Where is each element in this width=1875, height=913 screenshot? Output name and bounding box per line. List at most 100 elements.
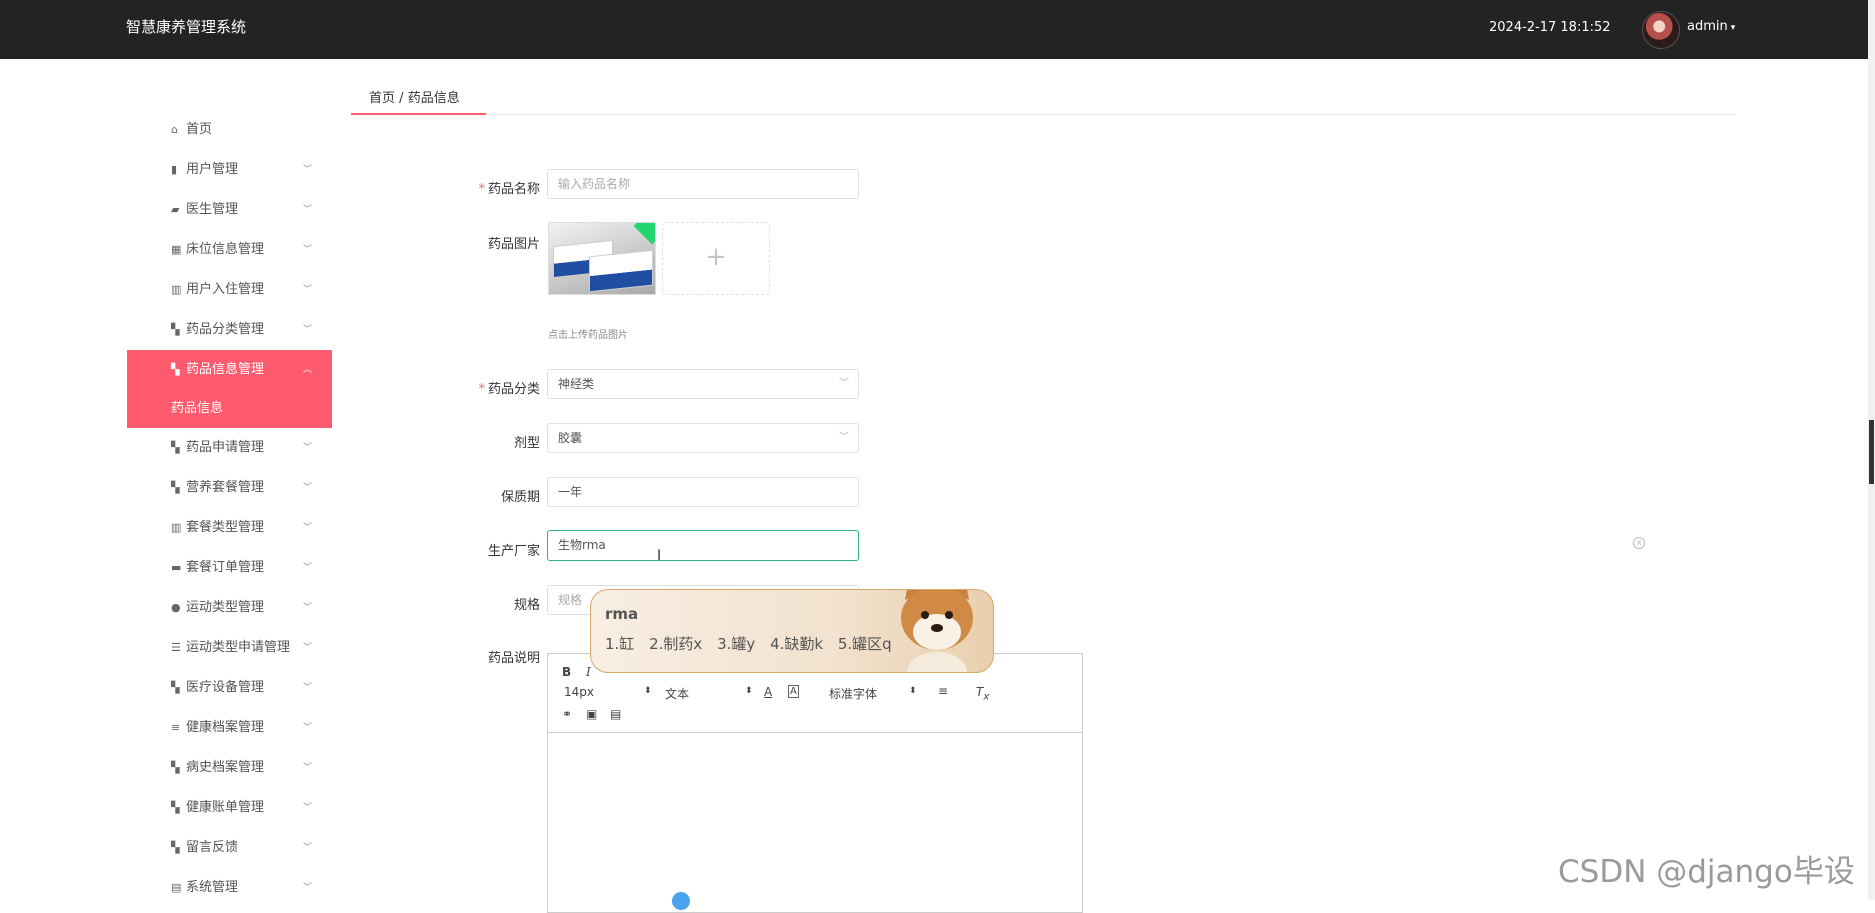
drug-name-label: * 药品名称 — [450, 178, 540, 197]
drug-image-thumbnail[interactable] — [548, 222, 656, 295]
sidebar-item-sport-apply[interactable]: ☰ 运动类型申请管理 ﹀ — [127, 628, 332, 668]
sidebar-item-package-type[interactable]: ▥ 套餐类型管理 ﹀ — [127, 508, 332, 548]
sidebar-subitem-drug-info[interactable]: 药品信息 — [127, 390, 332, 428]
sidebar-item-label: 病史档案管理 — [186, 760, 265, 775]
upload-image-button[interactable]: + — [662, 222, 770, 295]
chevron-down-icon: ﹀ — [839, 378, 849, 389]
user-menu[interactable]: admin ▾ — [1687, 19, 1735, 34]
apps-icon: ▚ — [171, 761, 180, 774]
drug-category-select[interactable]: 神经类 ﹀ — [547, 369, 859, 399]
ime-candidate[interactable]: 4.缺勤k — [770, 635, 823, 653]
required-mark: * — [478, 382, 485, 397]
sidebar-item-health-record[interactable]: ≡ 健康档案管理 ﹀ — [127, 708, 332, 748]
ime-candidate[interactable]: 2.制药x — [649, 635, 702, 653]
up-down-icon: ⬍ — [644, 686, 652, 696]
sidebar-item-drug-info[interactable]: ▚ 药品信息管理 ︿ — [127, 350, 332, 390]
sidebar-item-feedback[interactable]: ▚ 留言反馈 ﹀ — [127, 828, 332, 868]
up-down-icon: ⬍ — [745, 686, 753, 696]
ime-candidate[interactable]: 1.缸 — [605, 635, 634, 653]
username: admin — [1687, 19, 1728, 34]
manufacturer-input[interactable]: 生物rma — [547, 530, 859, 561]
chevron-down-icon: ﹀ — [302, 843, 312, 853]
ime-candidate-popup: rma 1.缸 2.制药x 3.罐y 4.缺勤k 5.罐区q — [590, 589, 994, 673]
editor-content-area[interactable] — [548, 733, 1082, 912]
chevron-down-icon: ﹀ — [302, 643, 312, 653]
chevron-down-icon: ﹀ — [302, 245, 312, 255]
label-text: 药品名称 — [487, 182, 540, 197]
apps-icon: ▚ — [171, 323, 180, 336]
select-value: 胶囊 — [558, 431, 583, 445]
avatar[interactable] — [1642, 11, 1680, 49]
upload-hint: 点击上传药品图片 — [548, 330, 628, 341]
background-color-icon[interactable]: A — [788, 685, 799, 698]
chevron-down-icon: ﹀ — [302, 523, 312, 533]
breadcrumb: 首页 / 药品信息 — [351, 78, 1736, 115]
dosage-label: 剂型 — [513, 436, 540, 451]
italic-button[interactable]: I — [586, 665, 591, 679]
video-icon[interactable]: ▤ — [610, 707, 621, 721]
sidebar-item-label: 用户管理 — [186, 162, 239, 177]
sidebar-item-doctors[interactable]: ▰ 医生管理 ﹀ — [127, 190, 332, 230]
sidebar-item-system[interactable]: ▤ 系统管理 ﹀ — [127, 868, 332, 908]
scrollbar-thumb[interactable] — [1869, 420, 1874, 484]
ime-candidate[interactable]: 3.罐y — [717, 635, 755, 653]
breadcrumb-current: 药品信息 — [407, 91, 460, 106]
sidebar: ⌂ 首页 ▮ 用户管理 ﹀ ▰ 医生管理 ﹀ ▦ 床位信息管理 ﹀ ▥ 用户入住管理 ﹀ ▚ 药品分… — [127, 110, 332, 908]
description-label: 药品说明 — [487, 651, 540, 666]
clear-format-icon[interactable]: Tx — [976, 685, 989, 702]
font-color-icon[interactable]: A — [764, 685, 772, 699]
chevron-down-icon: ﹀ — [302, 723, 312, 733]
sidebar-item-users[interactable]: ▮ 用户管理 ﹀ — [127, 150, 332, 190]
apps-icon: ▚ — [171, 441, 180, 454]
apps-icon: ▚ — [171, 841, 180, 854]
sidebar-item-label: 床位信息管理 — [186, 242, 265, 257]
image-icon[interactable]: ▣ — [586, 707, 597, 721]
drag-handle[interactable] — [672, 892, 690, 910]
bold-button[interactable]: B — [562, 665, 571, 679]
dosage-select[interactable]: 胶囊 ﹀ — [547, 423, 859, 453]
sidebar-item-home[interactable]: ⌂ 首页 — [127, 110, 332, 150]
link-icon[interactable]: ⚭ — [562, 707, 572, 721]
sidebar-item-label: 套餐订单管理 — [186, 560, 265, 575]
font-size-select[interactable]: 14px ⬍ — [564, 685, 652, 699]
shelf-life-input[interactable]: 一年 — [547, 477, 859, 507]
caret-down-icon: ▾ — [1730, 23, 1736, 33]
breadcrumb-separator: / — [399, 91, 404, 106]
apps-icon: ▚ — [171, 481, 180, 494]
chevron-down-icon: ﹀ — [839, 432, 849, 443]
briefcase-icon: ▬ — [171, 561, 182, 574]
paragraph-select[interactable]: 文本 ⬍ — [665, 685, 753, 702]
drug-image-label: 药品图片 — [487, 237, 540, 252]
drug-name-input[interactable]: 输入药品名称 — [547, 169, 859, 199]
select-value: 神经类 — [558, 377, 595, 391]
sidebar-item-label: 健康账单管理 — [186, 800, 265, 815]
select-value: 14px — [564, 685, 594, 699]
font-family-select[interactable]: 标准字体 ⬍ — [829, 685, 917, 702]
watermark: CSDN @django毕设 — [1558, 854, 1855, 890]
spec-label: 规格 — [513, 598, 540, 613]
sidebar-item-equipment[interactable]: ▚ 医疗设备管理 ﹀ — [127, 668, 332, 708]
sliders-icon: ☰ — [171, 641, 181, 654]
breadcrumb-home[interactable]: 首页 — [369, 91, 395, 106]
clear-icon[interactable]: × — [1633, 537, 1645, 549]
sidebar-item-history[interactable]: ▚ 病史档案管理 ﹀ — [127, 748, 332, 788]
sidebar-item-bill[interactable]: ▚ 健康账单管理 ﹀ — [127, 788, 332, 828]
list-icon: ≡ — [171, 721, 181, 734]
sidebar-item-beds[interactable]: ▦ 床位信息管理 ﹀ — [127, 230, 332, 270]
sidebar-item-label: 运动类型申请管理 — [186, 640, 291, 655]
ime-candidate[interactable]: 5.罐区q — [838, 635, 892, 653]
sidebar-item-drug-category[interactable]: ▚ 药品分类管理 ﹀ — [127, 310, 332, 350]
sidebar-item-label: 健康档案管理 — [186, 720, 265, 735]
align-icon[interactable]: ≡ — [938, 684, 948, 698]
chevron-down-icon: ﹀ — [302, 683, 312, 693]
sidebar-item-checkin[interactable]: ▥ 用户入住管理 ﹀ — [127, 270, 332, 310]
sidebar-item-sport-type[interactable]: ● 运动类型管理 ﹀ — [127, 588, 332, 628]
bar-chart-icon: ▥ — [171, 521, 182, 534]
page-scrollbar[interactable] — [1868, 0, 1875, 900]
sidebar-item-drug-apply[interactable]: ▚ 药品申请管理 ﹀ — [127, 428, 332, 468]
shelf-life-label: 保质期 — [500, 490, 540, 505]
ime-composition: rma — [605, 605, 639, 623]
sidebar-item-nutrition[interactable]: ▚ 营养套餐管理 ﹀ — [127, 468, 332, 508]
rich-text-editor: B I 14px ⬍ 文本 ⬍ A A 标准字体 ⬍ ≡ Tx ⚭ ▣ ▤ — [547, 653, 1083, 913]
sidebar-item-package-order[interactable]: ▬ 套餐订单管理 ﹀ — [127, 548, 332, 588]
